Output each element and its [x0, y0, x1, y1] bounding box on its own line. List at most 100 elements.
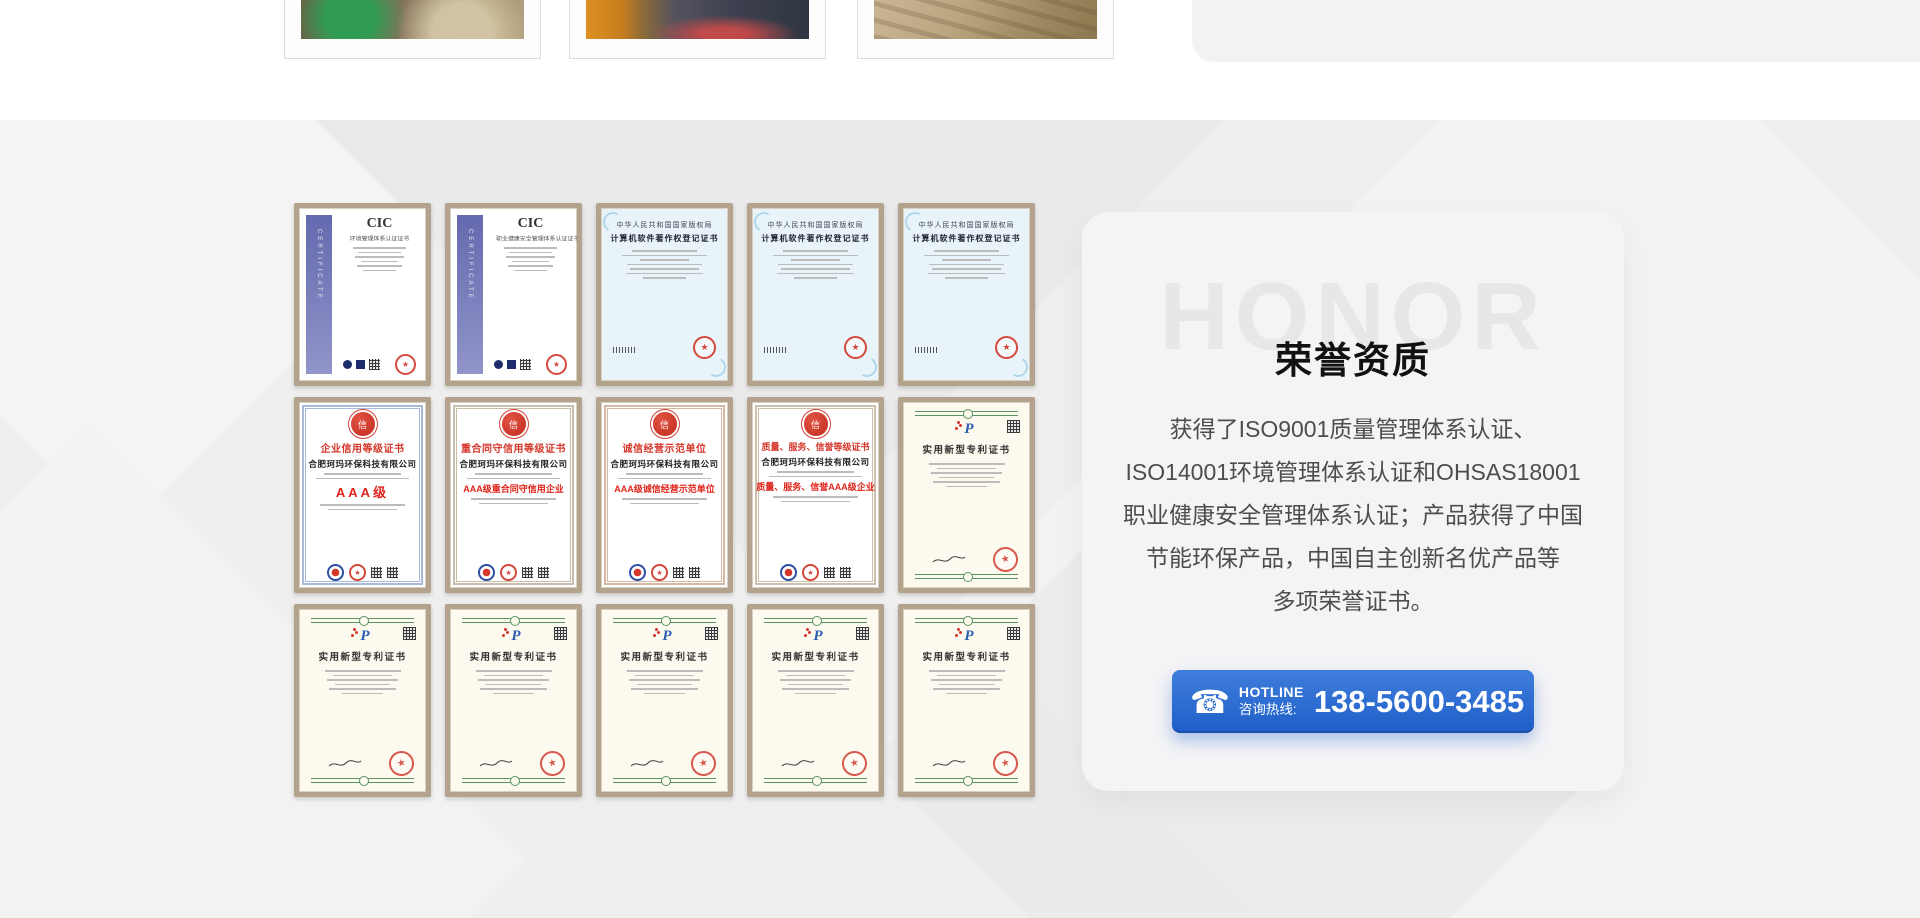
certificate-text-lines — [450, 473, 577, 479]
certificate-cic[interactable]: CERTIFICATE CIC 职业健康安全管理体系认证证书 ★ — [445, 203, 582, 386]
certificate-title: 计算机软件著作权登记证书 — [601, 233, 728, 244]
case-photo-card[interactable] — [857, 0, 1114, 59]
star-seal-icon: ★ — [693, 336, 716, 359]
certificate-text-lines — [601, 250, 728, 279]
accreditation-mark-icon — [356, 360, 365, 369]
case-photo-card[interactable] — [569, 0, 826, 59]
certificate-text-lines — [758, 667, 873, 697]
case-photo — [874, 0, 1097, 39]
certificate-title: 诚信经营示范单位 — [601, 440, 728, 455]
honor-section: CERTIFICATE CIC 环境管理体系认证证书 ★ CERTIFICATE… — [0, 120, 1920, 918]
certificate-authority: 中华人民共和国国家版权局 — [903, 220, 1030, 230]
green-ornament — [311, 618, 414, 623]
signature-icon — [931, 758, 967, 770]
roundel-badge-icon — [780, 564, 797, 581]
red-seal-icon: ★ — [546, 354, 567, 375]
accreditation-mark-icon — [507, 360, 516, 369]
qr-code-icon — [538, 567, 549, 578]
certificate-company: 合肥珂玛环保科技有限公司 — [601, 458, 728, 470]
red-seal-icon: ★ — [500, 564, 517, 581]
green-ornament — [915, 411, 1018, 416]
case-photo — [301, 0, 524, 39]
cnipa-logo-icon: P — [601, 627, 728, 645]
green-ornament — [764, 618, 867, 623]
certificate-title: 企业信用等级证书 — [299, 440, 426, 455]
green-ornament — [915, 778, 1018, 783]
certificate-title: 实用新型专利证书 — [903, 649, 1030, 663]
certificate-text-lines — [299, 473, 426, 479]
qr-code-icon — [522, 567, 533, 578]
cnipa-logo-icon: P — [450, 627, 577, 645]
qr-code-icon — [387, 567, 398, 578]
certificate-patent[interactable]: P 实用新型专利证书 ★ — [898, 397, 1035, 593]
certificate-text-lines — [752, 471, 879, 477]
certificate-title: 计算机软件著作权登记证书 — [903, 233, 1030, 244]
certificate-heading: CIC — [339, 216, 420, 232]
star-seal-icon: ★ — [844, 336, 867, 359]
certificate-title: 实用新型专利证书 — [450, 649, 577, 663]
case-photo-card[interactable] — [284, 0, 541, 59]
certificate-text-lines — [601, 498, 728, 504]
certificate-credit[interactable]: 信 重合同守信用等级证书 合肥珂玛环保科技有限公司 AAA级重合同守信用企业 ★ — [445, 397, 582, 593]
cnipa-logo-icon: P — [299, 627, 426, 645]
credit-seal-icon: 信 — [804, 412, 828, 436]
certificate-title: 实用新型专利证书 — [299, 649, 426, 663]
certificate-patent[interactable]: P 实用新型专利证书 ★ — [445, 604, 582, 797]
signature-icon — [327, 758, 363, 770]
green-ornament — [915, 574, 1018, 579]
green-ornament — [915, 618, 1018, 623]
certificate-copyright[interactable]: 中华人民共和国国家版权局 计算机软件著作权登记证书 ★ — [596, 203, 733, 386]
certificate-company: 合肥珂玛环保科技有限公司 — [752, 456, 879, 468]
certificate-title: 质量、服务、信誉等级证书 — [752, 440, 879, 453]
hotline-labels: HOTLINE 咨询热线: — [1239, 684, 1304, 718]
qr-code-icon — [840, 567, 851, 578]
certificate-grade: AAA级诚信经营示范单位 — [601, 482, 728, 495]
certificate-patent[interactable]: P 实用新型专利证书 ★ — [596, 604, 733, 797]
certificate-patent[interactable]: P 实用新型专利证书 ★ — [294, 604, 431, 797]
certificates-grid: CERTIFICATE CIC 环境管理体系认证证书 ★ CERTIFICATE… — [294, 203, 1035, 797]
certificate-side-band: CERTIFICATE — [457, 215, 483, 374]
certificate-authority: 中华人民共和国国家版权局 — [601, 220, 728, 230]
credit-seal-icon: 信 — [653, 412, 677, 436]
certificate-credit[interactable]: 信 质量、服务、信誉等级证书 合肥珂玛环保科技有限公司 质量、服务、信誉AAA级… — [747, 397, 884, 593]
green-ornament — [462, 778, 565, 783]
hotline-label-en: HOTLINE — [1239, 684, 1304, 702]
red-seal-icon: ★ — [991, 545, 1021, 575]
signature-icon — [478, 758, 514, 770]
certificate-copyright[interactable]: 中华人民共和国国家版权局 计算机软件著作权登记证书 ★ — [898, 203, 1035, 386]
roundel-badge-icon — [629, 564, 646, 581]
certificate-title: 职业健康安全管理体系认证证书 — [496, 235, 565, 244]
certificate-heading: CIC — [490, 216, 571, 232]
accreditation-mark-icon — [494, 360, 503, 369]
certificate-patent[interactable]: P 实用新型专利证书 ★ — [898, 604, 1035, 797]
certificate-text-lines — [456, 667, 571, 697]
certificate-side-band: CERTIFICATE — [306, 215, 332, 374]
certificate-credit[interactable]: 信 诚信经营示范单位 合肥珂玛环保科技有限公司 AAA级诚信经营示范单位 ★ — [596, 397, 733, 593]
honor-card: HONOR 荣誉资质 获得了ISO9001质量管理体系认证、ISO14001环境… — [1082, 212, 1624, 791]
certificate-credit[interactable]: 信 企业信用等级证书 合肥珂玛环保科技有限公司 AAA级 ★ — [294, 397, 431, 593]
green-ornament — [613, 778, 716, 783]
barcode-icon — [764, 347, 786, 353]
barcode-icon — [613, 347, 635, 353]
certificate-copyright[interactable]: 中华人民共和国国家版权局 计算机软件著作权登记证书 ★ — [747, 203, 884, 386]
certificate-text-lines — [450, 498, 577, 504]
barcode-icon — [915, 347, 937, 353]
certificate-title: 实用新型专利证书 — [752, 649, 879, 663]
certificate-grade: 质量、服务、信誉AAA级企业 — [752, 480, 879, 493]
certificate-patent[interactable]: P 实用新型专利证书 ★ — [747, 604, 884, 797]
certificate-text-lines — [490, 247, 571, 271]
red-seal-icon: ★ — [387, 749, 417, 779]
hotline-button[interactable]: ☎ HOTLINE 咨询热线: 138-5600-3485 — [1172, 670, 1534, 733]
accreditation-mark-icon — [343, 360, 352, 369]
certificate-text-lines — [909, 460, 1024, 490]
cnipa-logo-icon: P — [903, 627, 1030, 645]
certificate-grade: AAA级重合同守信用企业 — [450, 482, 577, 495]
certificate-text-lines — [903, 250, 1030, 279]
certificate-title: 环境管理体系认证证书 — [345, 235, 414, 244]
certificate-cic[interactable]: CERTIFICATE CIC 环境管理体系认证证书 ★ — [294, 203, 431, 386]
certificate-company: 合肥珂玛环保科技有限公司 — [450, 458, 577, 470]
certificate-title: 计算机软件著作权登记证书 — [752, 233, 879, 244]
red-seal-icon: ★ — [349, 564, 366, 581]
cnipa-logo-icon: P — [903, 420, 1030, 438]
red-seal-icon: ★ — [840, 749, 870, 779]
